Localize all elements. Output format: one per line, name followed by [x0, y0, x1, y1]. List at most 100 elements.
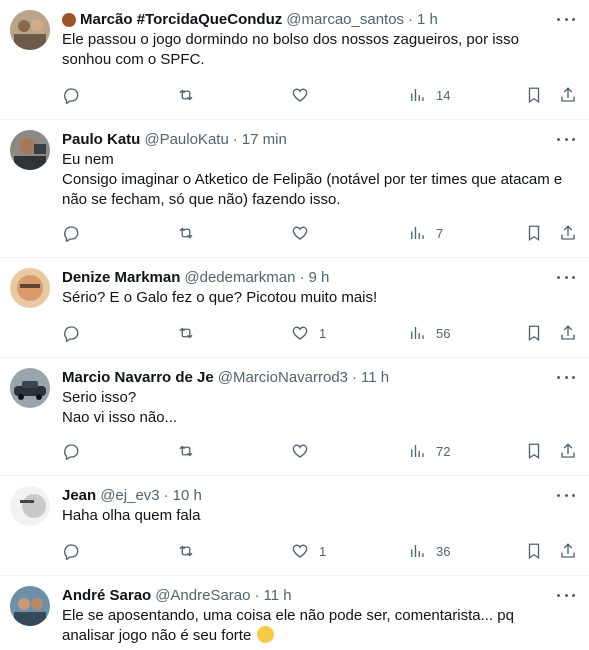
tweet-line: Eu nem [62, 151, 114, 168]
tweet-text: Haha olha quem fala [62, 506, 577, 526]
tweet[interactable]: Jean @ej_ev3 · 10 h Haha olha quem fala … [0, 476, 589, 576]
retweet-button[interactable] [177, 324, 195, 342]
tweet[interactable]: André Sarao @AndreSarao · 11 h Ele se ap… [0, 576, 589, 650]
reply-icon [64, 88, 79, 104]
display-name[interactable]: Marcio Navarro de Je [62, 368, 214, 388]
share-button[interactable] [559, 442, 577, 460]
separator: · [232, 131, 238, 148]
bookmark-button[interactable] [525, 86, 543, 104]
views-button[interactable]: 14 [408, 86, 450, 104]
user-handle[interactable]: @marcao_santos [286, 10, 404, 30]
bookmark-button[interactable] [525, 324, 543, 342]
more-options-icon[interactable] [557, 14, 575, 24]
tweet-actions: 1 56 [62, 323, 577, 343]
tweet-line: Sério? E o Galo fez o que? Picotou muito… [62, 289, 378, 306]
share-button[interactable] [559, 542, 577, 560]
tweet[interactable]: Marcio Navarro de Je @MarcioNavarrod3 · … [0, 358, 589, 476]
like-button[interactable] [291, 442, 319, 460]
display-name[interactable]: Jean [62, 486, 96, 506]
display-name[interactable]: Marcão #TorcidaQueConduz [80, 10, 282, 30]
tweet[interactable]: Denize Markman @dedemarkman · 9 h Sério?… [0, 258, 589, 358]
like-count: 1 [319, 325, 327, 341]
like-button[interactable]: 1 [291, 542, 326, 560]
display-name[interactable]: André Sarao [62, 586, 151, 606]
like-button[interactable]: 1 [291, 324, 326, 342]
like-count: 1 [319, 543, 327, 559]
retweet-button[interactable] [177, 542, 195, 560]
tweet[interactable]: Marcão #TorcidaQueConduz @marcao_santos … [0, 0, 589, 120]
bookmark-icon [528, 87, 540, 104]
bookmark-icon [528, 443, 540, 460]
more-options-icon[interactable] [557, 134, 575, 144]
views-chart-icon [411, 89, 424, 101]
reply-button[interactable] [62, 442, 80, 460]
views-button[interactable]: 36 [408, 542, 450, 560]
avatar[interactable] [10, 130, 50, 170]
share-icon [561, 325, 575, 340]
tweet-line: Serio isso? [62, 389, 137, 406]
user-handle[interactable]: @AndreSarao [155, 586, 250, 606]
avatar[interactable] [10, 368, 50, 408]
reply-button[interactable] [62, 224, 80, 242]
more-options-icon[interactable] [557, 272, 575, 282]
more-options-icon[interactable] [557, 590, 575, 600]
tweet-line: Ele se aposentando, uma coisa ele não po… [62, 607, 514, 624]
tweet-line: Nao vi isso não... [62, 409, 178, 426]
reply-button[interactable] [62, 542, 80, 560]
timestamp[interactable]: 10 h [173, 486, 202, 506]
retweet-icon [179, 545, 193, 557]
heart-icon [292, 226, 308, 240]
timestamp[interactable]: 17 min [242, 130, 287, 150]
reply-button[interactable] [62, 86, 80, 104]
tweet-text: Eu nem Consigo imaginar o Atketico de Fe… [62, 150, 577, 210]
display-name[interactable]: Paulo Katu [62, 130, 140, 150]
separator: · [352, 369, 358, 386]
retweet-button[interactable] [177, 442, 195, 460]
retweet-button[interactable] [177, 224, 195, 242]
tweet-text: Serio isso? Nao vi isso não... [62, 388, 577, 428]
share-button[interactable] [559, 86, 577, 104]
user-handle[interactable]: @ej_ev3 [100, 486, 159, 506]
reply-icon [64, 326, 79, 342]
bookmark-icon [528, 225, 540, 242]
share-button[interactable] [559, 324, 577, 342]
reply-icon [64, 544, 79, 560]
bookmark-button[interactable] [525, 442, 543, 460]
tweet-line: Haha olha quem fala [62, 507, 201, 524]
timestamp[interactable]: 11 h [361, 368, 389, 388]
bookmark-button[interactable] [525, 224, 543, 242]
timestamp[interactable]: 1 h [417, 10, 438, 30]
avatar[interactable] [10, 486, 50, 526]
reply-button[interactable] [62, 324, 80, 342]
user-handle[interactable]: @dedemarkman [184, 268, 295, 288]
avatar[interactable] [10, 586, 50, 626]
tweet-line: analisar jogo não é seu forte [62, 626, 577, 646]
share-button[interactable] [559, 224, 577, 242]
bookmark-button[interactable] [525, 542, 543, 560]
like-button[interactable] [291, 224, 319, 242]
retweet-icon [179, 327, 193, 339]
display-name[interactable]: Denize Markman [62, 268, 180, 288]
views-button[interactable]: 7 [408, 224, 443, 242]
timestamp[interactable]: 11 h [263, 586, 291, 606]
user-handle[interactable]: @PauloKatu [144, 130, 228, 150]
retweet-icon [179, 227, 193, 239]
tweet-line-text: analisar jogo não é seu forte [62, 627, 252, 644]
separator: · [408, 11, 414, 28]
like-button[interactable] [291, 86, 319, 104]
retweet-button[interactable] [177, 86, 195, 104]
share-icon [561, 87, 575, 102]
views-button[interactable]: 56 [408, 324, 450, 342]
tweet-actions: 14 [62, 85, 577, 105]
tweet[interactable]: Paulo Katu @PauloKatu · 17 min Eu nem Co… [0, 120, 589, 258]
avatar[interactable] [10, 10, 50, 50]
view-count: 7 [436, 225, 444, 241]
view-count: 56 [436, 325, 451, 341]
timestamp[interactable]: 9 h [308, 268, 329, 288]
more-options-icon[interactable] [557, 372, 575, 382]
views-button[interactable]: 72 [408, 442, 450, 460]
user-handle[interactable]: @MarcioNavarrod3 [218, 368, 348, 388]
avatar[interactable] [10, 268, 50, 308]
view-count: 36 [436, 543, 451, 559]
more-options-icon[interactable] [557, 490, 575, 500]
